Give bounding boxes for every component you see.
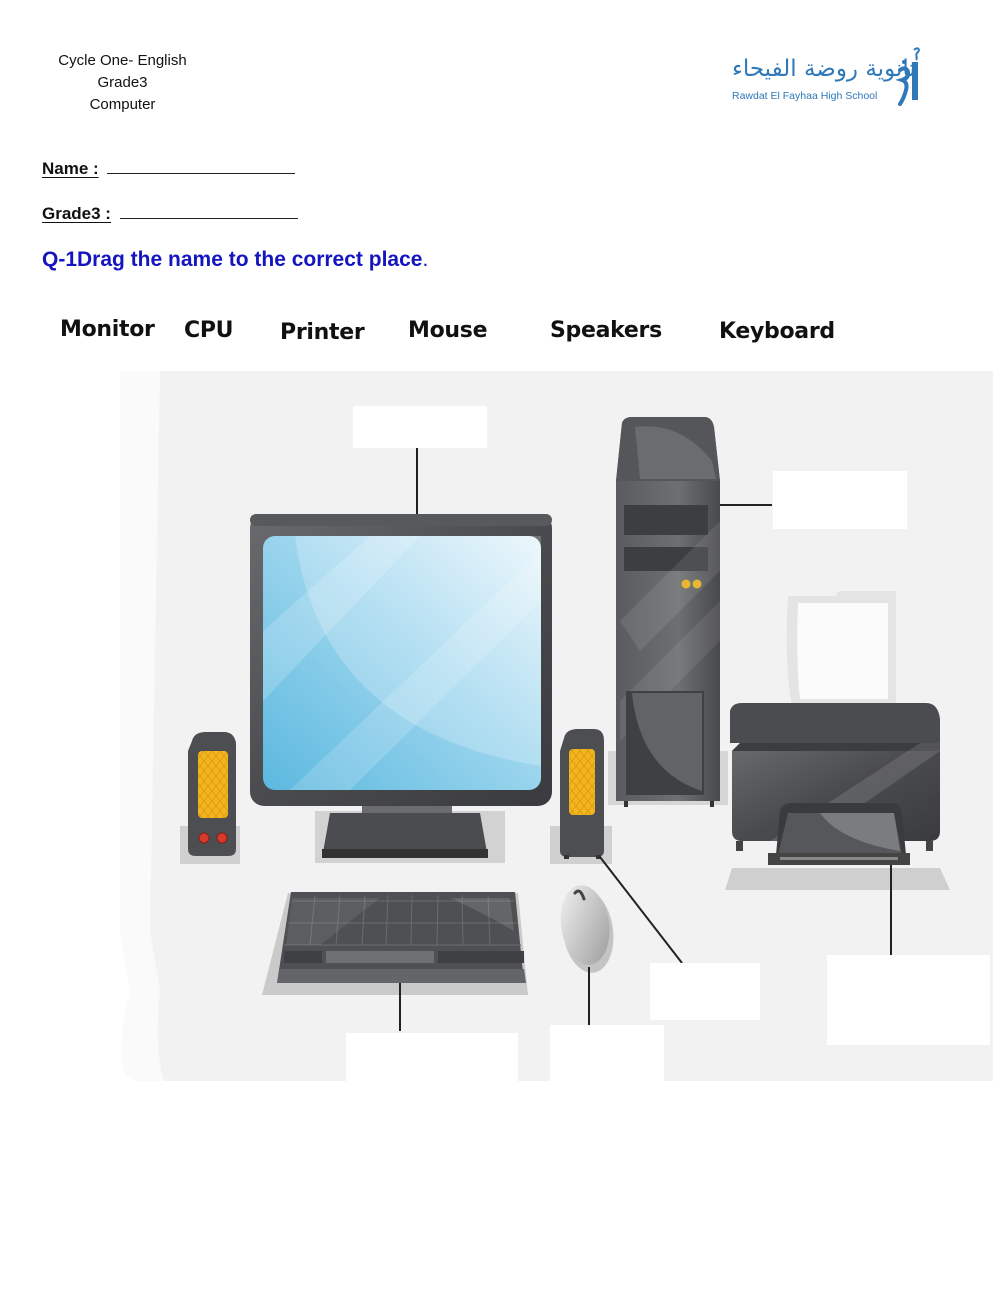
drag-word-monitor[interactable]: Monitor	[60, 317, 155, 342]
drag-word-mouse[interactable]: Mouse	[408, 318, 487, 343]
school-name-latin: Rawdat El Fayhaa High School	[732, 90, 878, 102]
drop-target-keyboard[interactable]	[346, 1033, 518, 1081]
school-logo: ثانوية روضة الفيحاء Rawdat El Fayhaa Hig…	[728, 44, 923, 114]
school-logo-icon	[896, 47, 920, 106]
grade-input-line[interactable]	[119, 204, 298, 219]
grade-line: Grade3	[97, 74, 148, 91]
keyboard-graphic	[262, 892, 528, 995]
name-input-line[interactable]	[107, 159, 296, 174]
question-text: Q-1Drag the name to the correct place	[42, 248, 423, 271]
name-field[interactable]: Name :	[42, 159, 296, 179]
drag-word-printer[interactable]: Printer	[280, 320, 365, 345]
subject-line: Computer	[89, 96, 156, 113]
cpu-graphic	[608, 417, 728, 807]
drag-word-speakers[interactable]: Speakers	[550, 318, 662, 343]
worksheet-header: Cycle One- English Grade3 Computer	[40, 50, 205, 116]
drop-target-mouse[interactable]	[550, 1025, 664, 1081]
drop-target-speakers[interactable]	[650, 963, 760, 1020]
drag-word-cpu[interactable]: CPU	[184, 318, 234, 343]
school-name-arabic: ثانوية روضة الفيحاء	[732, 56, 916, 82]
drop-target-cpu[interactable]	[773, 471, 907, 529]
drop-target-printer[interactable]	[827, 955, 990, 1045]
computer-illustration	[120, 371, 993, 1081]
name-label: Name :	[42, 159, 99, 178]
question-prompt: Q-1Drag the name to the correct place.	[42, 248, 428, 272]
drag-word-keyboard[interactable]: Keyboard	[719, 319, 835, 344]
grade-label: Grade3 :	[42, 204, 111, 223]
course-line: Cycle One- English	[58, 52, 187, 69]
question-period: .	[422, 248, 429, 271]
drop-target-monitor[interactable]	[353, 406, 487, 448]
left-speaker-graphic	[180, 732, 240, 864]
grade-field[interactable]: Grade3 :	[42, 204, 298, 224]
